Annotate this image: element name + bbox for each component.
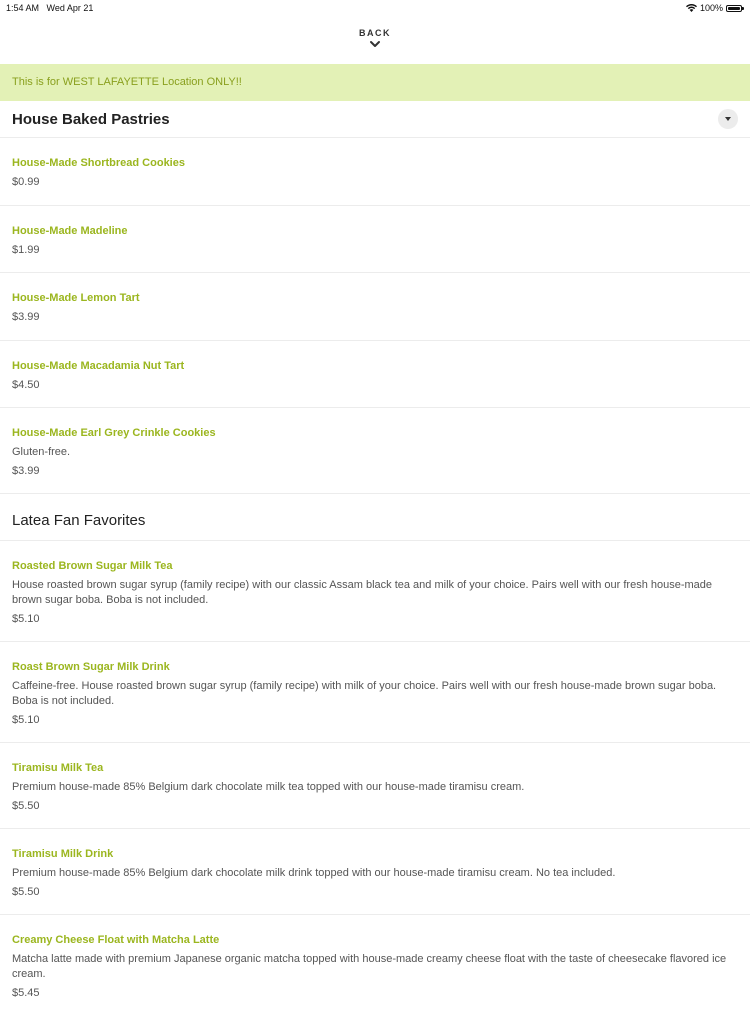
item-name: Roast Brown Sugar Milk Drink	[12, 661, 170, 673]
status-time-date: 1:54 AM Wed Apr 21	[6, 3, 93, 13]
item-name: House-Made Earl Grey Crinkle Cookies	[12, 427, 216, 439]
item-name: House-Made Madeline	[12, 225, 128, 237]
item-price: $5.45	[12, 987, 40, 999]
status-indicators: 100%	[685, 3, 744, 13]
item-name: Tiramisu Milk Tea	[12, 762, 104, 774]
item-name: House-Made Macadamia Nut Tart	[12, 360, 185, 372]
item-name: Roasted Brown Sugar Milk Tea	[12, 560, 173, 572]
caret-down-icon	[725, 117, 731, 121]
status-date: Wed Apr 21	[46, 3, 94, 13]
menu-item[interactable]: House-Made Earl Grey Crinkle Cookies Glu…	[0, 408, 750, 494]
section-header-fan-favorites: Latea Fan Favorites	[0, 494, 750, 541]
battery-percent: 100%	[699, 3, 723, 13]
menu-item[interactable]: House-Made Lemon Tart $3.99	[0, 273, 750, 341]
item-price: $5.10	[12, 613, 40, 625]
battery-icon	[726, 4, 744, 12]
item-price: $0.99	[12, 176, 40, 188]
item-description: Caffeine-free. House roasted brown sugar…	[12, 680, 717, 707]
menu-item[interactable]: Tiramisu Milk Drink Premium house-made 8…	[0, 829, 750, 915]
item-name: House-Made Shortbread Cookies	[12, 157, 185, 169]
item-description: Premium house-made 85% Belgium dark choc…	[12, 781, 525, 793]
menu-item[interactable]: House-Made Shortbread Cookies $0.99	[0, 138, 750, 206]
item-price: $3.99	[12, 465, 40, 477]
status-bar: 1:54 AM Wed Apr 21 100%	[0, 0, 750, 16]
back-button[interactable]: BACK	[0, 28, 750, 48]
item-price: $5.10	[12, 714, 40, 726]
item-description: House roasted brown sugar syrup (family …	[12, 579, 713, 606]
menu-item[interactable]: Creamy Cheese Float with Matcha Latte Ma…	[0, 915, 750, 1016]
section-header-pastries: House Baked Pastries	[0, 101, 750, 138]
battery-level	[728, 6, 740, 10]
item-description: Gluten-free.	[12, 446, 71, 458]
item-price: $4.50	[12, 379, 40, 391]
status-time: 1:54 AM	[6, 3, 40, 13]
item-name: Tiramisu Milk Drink	[12, 848, 114, 860]
item-price: $5.50	[12, 886, 40, 898]
item-description: Premium house-made 85% Belgium dark choc…	[12, 867, 616, 879]
location-banner: This is for WEST LAFAYETTE Location ONLY…	[0, 64, 750, 101]
item-name: House-Made Lemon Tart	[12, 292, 140, 304]
menu-item[interactable]: Roast Brown Sugar Milk Drink Caffeine-fr…	[0, 642, 750, 743]
item-description: Matcha latte made with premium Japanese …	[12, 953, 727, 980]
menu-item[interactable]: House-Made Macadamia Nut Tart $4.50	[0, 341, 750, 408]
wifi-icon	[685, 4, 697, 12]
menu-item[interactable]: Roasted Brown Sugar Milk Tea House roast…	[0, 541, 750, 642]
menu-item[interactable]: Tiramisu Milk Tea Premium house-made 85%…	[0, 743, 750, 829]
item-price: $3.99	[12, 311, 40, 323]
menu-item[interactable]: House-Made Madeline $1.99	[0, 206, 750, 273]
item-price: $5.50	[12, 800, 40, 812]
item-price: $1.99	[12, 244, 40, 256]
menu-content: House Baked Pastries House-Made Shortbre…	[0, 101, 750, 1016]
chevron-down-icon	[370, 41, 380, 47]
item-name: Creamy Cheese Float with Matcha Latte	[12, 934, 220, 946]
section-title: House Baked Pastries	[12, 111, 170, 128]
section-title: Latea Fan Favorites	[12, 512, 146, 529]
section-collapse-button[interactable]	[718, 109, 738, 129]
back-label: BACK	[359, 28, 391, 38]
location-banner-text: This is for WEST LAFAYETTE Location ONLY…	[12, 76, 242, 88]
